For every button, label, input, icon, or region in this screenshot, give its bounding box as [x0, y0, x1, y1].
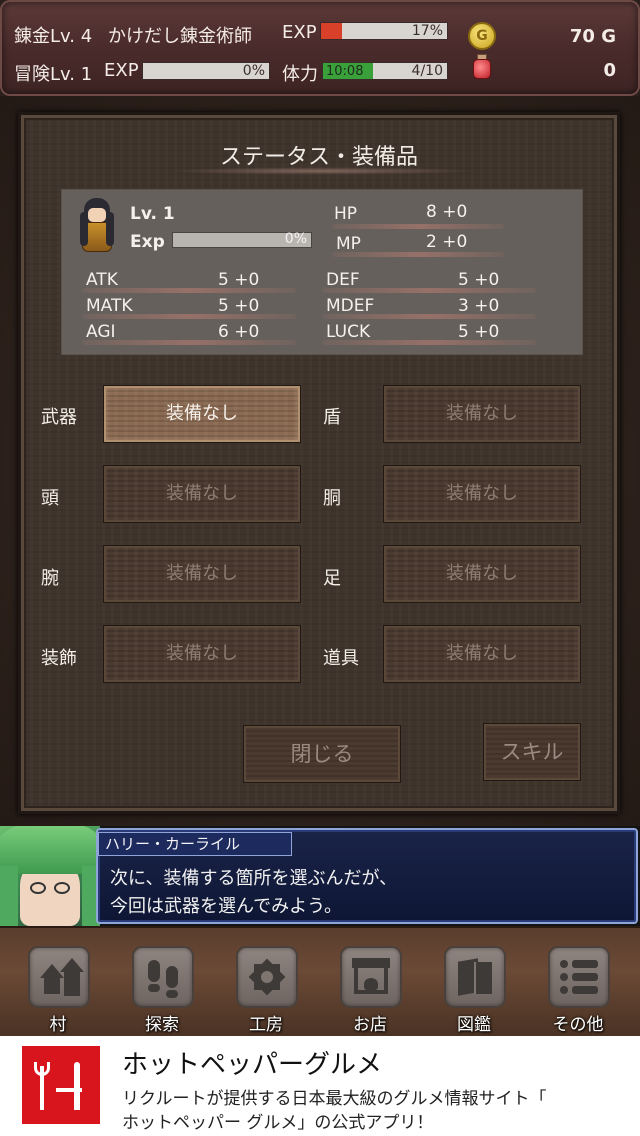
nav-encyclopedia-label: 図鑑	[457, 1015, 491, 1035]
stat-underline	[82, 314, 296, 319]
character-exp-percent: 0%	[284, 231, 307, 247]
slot-arm-button[interactable]: 装備なし	[103, 545, 301, 603]
slot-shield-label: 盾	[323, 407, 341, 428]
menu-list-icon	[548, 946, 610, 1008]
slot-item-button[interactable]: 装備なし	[383, 625, 581, 683]
slot-arm-label: 腕	[41, 568, 59, 589]
speaker-name: ハリー・カーライル	[98, 832, 292, 856]
stat-mdef-value: 3 +0	[458, 296, 500, 316]
skill-button[interactable]: スキル	[483, 723, 581, 781]
nav-other[interactable]: その他	[528, 928, 628, 1035]
stat-atk-label: ATK	[86, 270, 118, 290]
stat-underline	[82, 340, 296, 345]
stat-def-label: DEF	[326, 270, 360, 290]
stat-luck-label: LUCK	[326, 322, 371, 342]
nav-shop-label: お店	[353, 1015, 387, 1035]
alchemy-exp-fill	[321, 23, 343, 39]
slot-head-button[interactable]: 装備なし	[103, 465, 301, 523]
nav-other-label: その他	[552, 1015, 604, 1035]
ad-line-1: リクルートが提供する日本最大級のグルメ情報サイト「	[122, 1089, 547, 1109]
slot-item-label: 道具	[323, 648, 359, 669]
alchemy-exp-percent: 17%	[411, 23, 443, 39]
shop-icon	[340, 946, 402, 1008]
stat-agi-value: 6 +0	[218, 322, 260, 342]
nav-shop[interactable]: お店	[320, 928, 420, 1035]
stat-atk-value: 5 +0	[218, 270, 260, 290]
slot-weapon-label: 武器	[41, 407, 77, 428]
ad-title: ホットペッパーグルメ	[122, 1050, 383, 1080]
title-underline	[171, 167, 471, 175]
book-icon	[444, 946, 506, 1008]
mp-value: 2 +0	[426, 232, 468, 252]
alchemy-title: かけだし錬金術師	[108, 26, 252, 47]
stamina-bar: 10:08 4/10	[322, 62, 448, 80]
slot-accessory-label: 装飾	[41, 648, 77, 669]
nav-village-label: 村	[49, 1015, 67, 1035]
dialog-line-2: 今回は武器を選んでみよう。	[110, 896, 343, 917]
alchemy-exp-bar: 17%	[320, 22, 448, 40]
stat-matk-value: 5 +0	[218, 296, 260, 316]
slot-foot-button[interactable]: 装備なし	[383, 545, 581, 603]
slot-foot-label: 足	[323, 568, 341, 589]
character-level: Lv. 1	[130, 204, 175, 224]
ad-banner[interactable]: ホットペッパーグルメ リクルートが提供する日本最大級のグルメ情報サイト「 ホット…	[0, 1036, 640, 1136]
stat-def-value: 5 +0	[458, 270, 500, 290]
adventure-exp-label: EXP	[104, 60, 139, 81]
stat-matk-label: MATK	[86, 296, 133, 316]
stat-mdef-label: MDEF	[326, 296, 375, 316]
stat-underline	[322, 340, 536, 345]
close-button[interactable]: 閉じる	[243, 725, 401, 783]
hp-label: HP	[334, 204, 358, 224]
footprints-icon	[132, 946, 194, 1008]
nav-explore[interactable]: 探索	[112, 928, 212, 1035]
gold-coin-icon: G	[468, 22, 496, 50]
nav-workshop[interactable]: 工房	[216, 928, 316, 1035]
stamina-value: 4/10	[411, 63, 443, 79]
nav-village[interactable]: 村	[8, 928, 108, 1035]
adventure-exp-bar: 0%	[142, 62, 270, 80]
hp-underline	[332, 224, 504, 229]
nav-explore-label: 探索	[145, 1015, 179, 1035]
mp-label: MP	[336, 234, 361, 254]
status-box: Lv. 1 Exp 0% HP 8 +0 MP 2 +0 ATK 5 +0 MA…	[61, 189, 583, 355]
stamina-timer: 10:08	[326, 64, 364, 79]
top-status-bar: 錬金Lv. 4 かけだし錬金術師 EXP 17% G 70 G 冒険Lv. 1 …	[0, 0, 640, 96]
stat-underline	[322, 288, 536, 293]
slot-accessory-button[interactable]: 装備なし	[103, 625, 301, 683]
potion-icon	[472, 54, 492, 80]
nav-workshop-label: 工房	[249, 1015, 283, 1035]
stamina-label: 体力	[282, 64, 318, 85]
status-equipment-panel: ステータス・装備品 Lv. 1 Exp 0% HP 8 +0 MP 2 +0 A…	[18, 112, 620, 814]
adventure-level: 冒険Lv. 1	[14, 64, 93, 85]
adventure-exp-percent: 0%	[242, 63, 265, 79]
ad-line-2: ホットペッパー グルメ」の公式アプリ！	[122, 1113, 434, 1133]
slot-body-label: 胴	[323, 488, 341, 509]
stat-luck-value: 5 +0	[458, 322, 500, 342]
stat-agi-label: AGI	[86, 322, 116, 342]
fork-knife-icon	[22, 1046, 100, 1124]
slot-head-label: 頭	[41, 488, 59, 509]
character-sprite	[76, 198, 118, 258]
slot-body-button[interactable]: 装備なし	[383, 465, 581, 523]
nav-encyclopedia[interactable]: 図鑑	[424, 928, 524, 1035]
alchemy-level: 錬金Lv. 4	[14, 26, 93, 47]
gold-value: 70 G	[569, 26, 616, 47]
stat-underline	[322, 314, 536, 319]
stat-underline	[82, 288, 296, 293]
dialog-line-1: 次に、装備する箇所を選ぶんだが、	[110, 868, 398, 889]
mp-underline	[332, 252, 504, 257]
hp-value: 8 +0	[426, 202, 468, 222]
character-exp-label: Exp	[130, 232, 165, 252]
speaker-portrait	[0, 826, 100, 926]
workshop-icon	[236, 946, 298, 1008]
bottom-nav: 村 探索 工房 お店 図鑑 その他	[0, 926, 640, 1036]
character-exp-bar: 0%	[172, 231, 312, 248]
village-icon	[28, 946, 90, 1008]
slot-shield-button[interactable]: 装備なし	[383, 385, 581, 443]
slot-weapon-button[interactable]: 装備なし	[103, 385, 301, 443]
alchemy-exp-label: EXP	[282, 22, 317, 43]
potion-count: 0	[603, 60, 616, 81]
